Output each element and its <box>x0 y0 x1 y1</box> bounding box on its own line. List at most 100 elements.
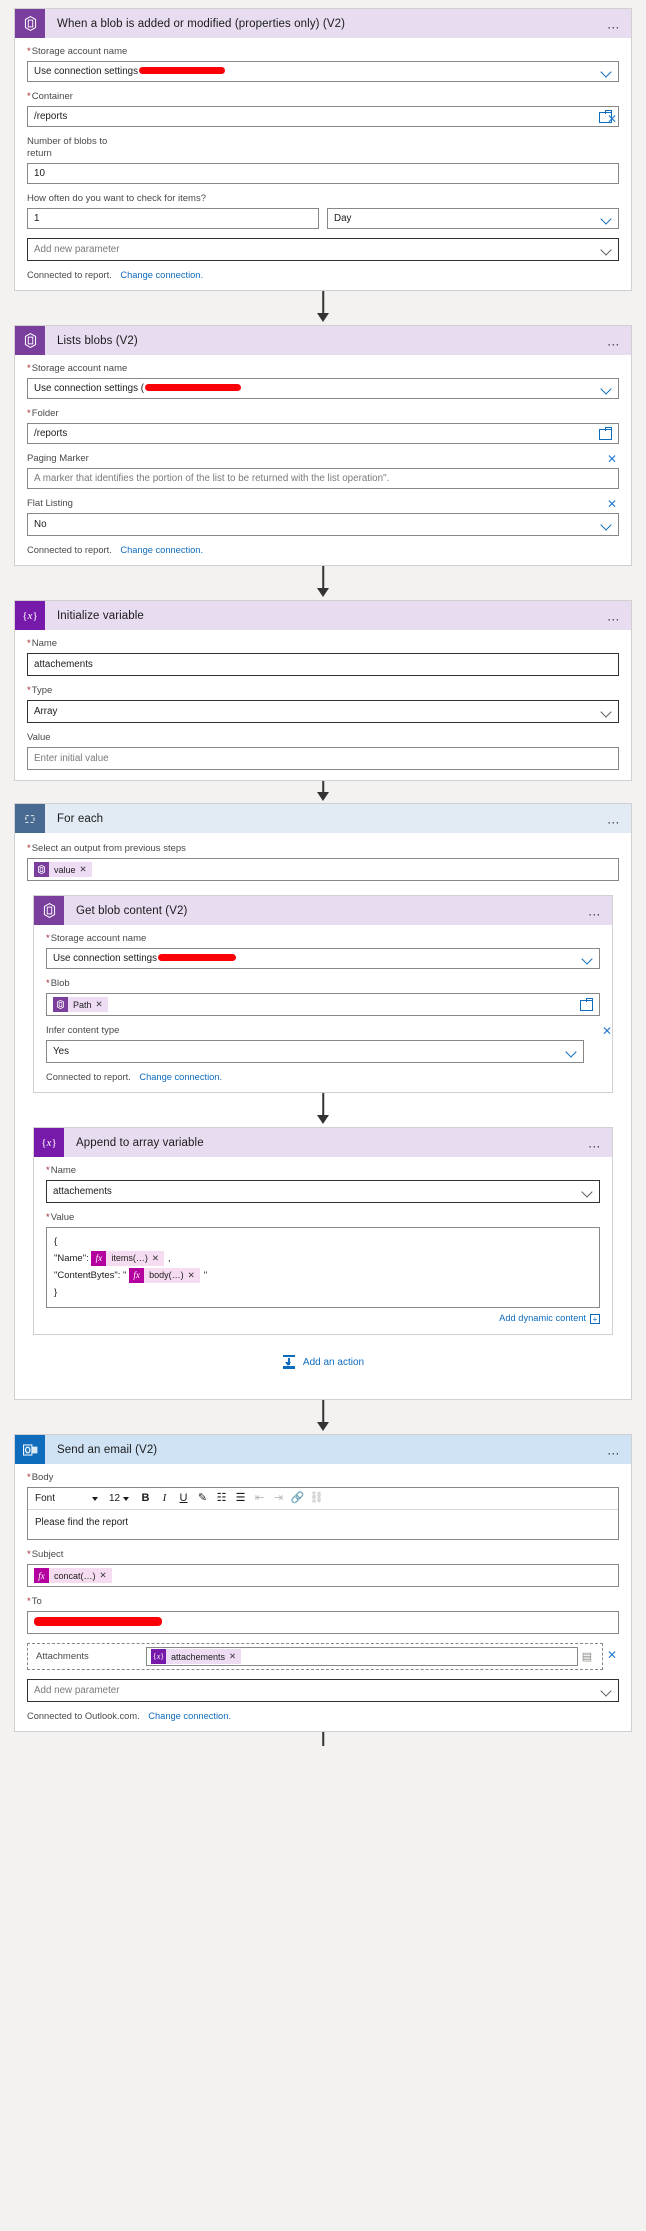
infer-content-type-dropdown[interactable]: Yes <box>46 1040 584 1063</box>
select-output-input[interactable]: value ✕ <box>27 858 619 881</box>
variable-type-dropdown[interactable]: Array <box>27 700 619 723</box>
variable-name-dropdown[interactable]: attachements <box>46 1180 600 1203</box>
connector-arrowhead <box>317 1115 329 1124</box>
change-connection-link[interactable]: Change connection. <box>120 545 203 555</box>
connector-arrow <box>0 781 646 803</box>
remove-token-icon[interactable]: ✕ <box>80 864 92 875</box>
flat-listing-dropdown[interactable]: No <box>27 513 619 536</box>
card-overflow-menu[interactable]: … <box>588 1136 602 1149</box>
connection-status: Connected to Outlook.com. Change connect… <box>27 1711 619 1721</box>
variable-icon: {x} <box>34 1128 64 1157</box>
required-asterisk: * <box>27 1549 31 1560</box>
clear-field-icon[interactable]: ✕ <box>605 497 619 511</box>
remove-token-icon[interactable]: ✕ <box>229 1651 241 1662</box>
connector-arrow <box>0 1400 646 1434</box>
card-overflow-menu[interactable]: … <box>588 904 602 917</box>
blob-input[interactable]: Path ✕ <box>46 993 600 1016</box>
connector-line <box>322 1732 324 1746</box>
step-card-initialize-variable[interactable]: {x} Initialize variable … *Name attachem… <box>14 600 632 781</box>
clear-field-icon[interactable]: ✕ <box>605 1648 619 1662</box>
card-title: Append to array variable <box>76 1136 204 1149</box>
add-new-parameter-dropdown[interactable]: Add new parameter <box>27 1679 619 1702</box>
remove-token-icon[interactable]: ✕ <box>188 1267 200 1284</box>
clear-field-icon[interactable]: ✕ <box>605 452 619 466</box>
expression-token[interactable]: fx concat(…) ✕ <box>34 1568 112 1583</box>
clear-field-icon[interactable]: ✕ <box>605 112 619 126</box>
remove-link-button[interactable]: ⛓ <box>307 1489 326 1509</box>
storage-account-name-dropdown[interactable]: Use connection settings ( <box>27 378 619 399</box>
variable-value-input[interactable]: Enter initial value <box>27 747 619 770</box>
add-an-action-button[interactable]: Add an action <box>27 1335 619 1385</box>
card-overflow-menu[interactable]: … <box>607 1443 621 1456</box>
remove-token-icon[interactable]: ✕ <box>152 1250 164 1267</box>
add-new-parameter-dropdown[interactable]: Add new parameter <box>27 238 619 261</box>
card-overflow-menu[interactable]: … <box>607 334 621 347</box>
step-card-get-blob-content[interactable]: Get blob content (V2) … *Storage account… <box>33 895 613 1093</box>
redaction-bar <box>139 66 226 74</box>
dynamic-content-token[interactable]: Path ✕ <box>53 997 108 1012</box>
step-card-send-an-email[interactable]: Send an email (V2) … *Body Font 12 B I U… <box>14 1434 632 1732</box>
decrease-indent-button[interactable]: ⇤ <box>250 1489 269 1509</box>
font-size-dropdown[interactable]: 12 <box>102 1489 136 1509</box>
card-header[interactable]: {x} Append to array variable … <box>34 1128 612 1157</box>
change-connection-link[interactable]: Change connection. <box>120 270 203 280</box>
storage-account-name-dropdown[interactable]: Use connection settings <box>46 948 600 969</box>
underline-button[interactable]: U <box>174 1489 193 1509</box>
email-to-input[interactable] <box>27 1611 619 1634</box>
folder-picker-icon[interactable] <box>599 427 612 440</box>
card-overflow-menu[interactable]: … <box>607 812 621 825</box>
expression-token[interactable]: fx body(…) ✕ <box>129 1268 200 1283</box>
rich-text-editor[interactable]: Font 12 B I U ✎ ☷ ☰ ⇤ ⇥ 🔗 ⛓ Please find … <box>27 1487 619 1540</box>
bulleted-list-button[interactable]: ☰ <box>231 1489 250 1509</box>
numbered-list-button[interactable]: ☷ <box>212 1489 231 1509</box>
card-header[interactable]: Lists blobs (V2) … <box>15 326 631 355</box>
card-body: *Name attachements *Type Array Value Ent… <box>15 630 631 780</box>
container-input[interactable]: /reports <box>27 106 619 127</box>
frequency-row: 1 Day <box>27 208 619 229</box>
card-overflow-menu[interactable]: … <box>607 17 621 30</box>
variable-name-input[interactable]: attachements <box>27 653 619 676</box>
increase-indent-button[interactable]: ⇥ <box>269 1489 288 1509</box>
dynamic-content-token[interactable]: {x} attachements ✕ <box>151 1649 242 1664</box>
required-asterisk: * <box>27 46 31 57</box>
card-header[interactable]: When a blob is added or modified (proper… <box>15 9 631 38</box>
add-dynamic-content-link[interactable]: Add dynamic content + <box>46 1313 600 1324</box>
card-header[interactable]: Send an email (V2) … <box>15 1435 631 1464</box>
expression-token[interactable]: fx items(…) ✕ <box>91 1251 164 1266</box>
insert-link-button[interactable]: 🔗 <box>288 1489 307 1509</box>
connector-arrow-tail <box>0 1732 646 1746</box>
change-connection-link[interactable]: Change connection. <box>148 1711 231 1721</box>
attachments-input[interactable]: {x} attachements ✕ <box>146 1647 578 1666</box>
folder-picker-icon[interactable] <box>580 998 593 1011</box>
card-overflow-menu[interactable]: … <box>607 609 621 622</box>
step-card-trigger-blob[interactable]: When a blob is added or modified (proper… <box>14 8 632 291</box>
folder-input[interactable]: /reports <box>27 423 619 444</box>
card-header[interactable]: Get blob content (V2) … <box>34 896 612 925</box>
frequency-dropdown[interactable]: Day <box>327 208 619 229</box>
remove-token-icon[interactable]: ✕ <box>96 999 108 1010</box>
variable-value-editor[interactable]: { "Name": fx items(…) ✕ , "ContentBytes"… <box>46 1227 600 1308</box>
number-of-blobs-input[interactable]: 10 <box>27 163 619 184</box>
email-subject-input[interactable]: fx concat(…) ✕ <box>27 1564 619 1587</box>
font-color-button[interactable]: ✎ <box>193 1489 212 1509</box>
italic-button[interactable]: I <box>155 1489 174 1509</box>
change-connection-link[interactable]: Change connection. <box>139 1072 222 1082</box>
remove-token-icon[interactable]: ✕ <box>100 1570 112 1581</box>
paging-marker-input[interactable]: A marker that identifies the portion of … <box>27 468 619 489</box>
field-variable-name: *Name attachements <box>46 1165 600 1203</box>
card-header[interactable]: {x} Initialize variable … <box>15 601 631 630</box>
storage-account-name-dropdown[interactable]: Use connection settings <box>27 61 619 82</box>
connector-arrowhead <box>317 313 329 322</box>
interval-input[interactable]: 1 <box>27 208 319 229</box>
bold-button[interactable]: B <box>136 1489 155 1509</box>
field-label: *Blob <box>46 978 70 989</box>
attachment-picker-icon[interactable]: ▤ <box>578 1650 596 1663</box>
step-card-lists-blobs[interactable]: Lists blobs (V2) … *Storage account name… <box>14 325 632 566</box>
step-card-append-to-array-variable[interactable]: {x} Append to array variable … *Name att… <box>33 1127 613 1335</box>
clear-field-icon[interactable]: ✕ <box>600 1024 614 1038</box>
dynamic-content-token[interactable]: value ✕ <box>34 862 92 877</box>
step-card-for-each[interactable]: For each … *Select an output from previo… <box>14 803 632 1400</box>
font-family-dropdown[interactable]: Font <box>30 1489 102 1509</box>
email-body-text[interactable]: Please find the report <box>28 1510 618 1539</box>
card-header[interactable]: For each … <box>15 804 631 833</box>
